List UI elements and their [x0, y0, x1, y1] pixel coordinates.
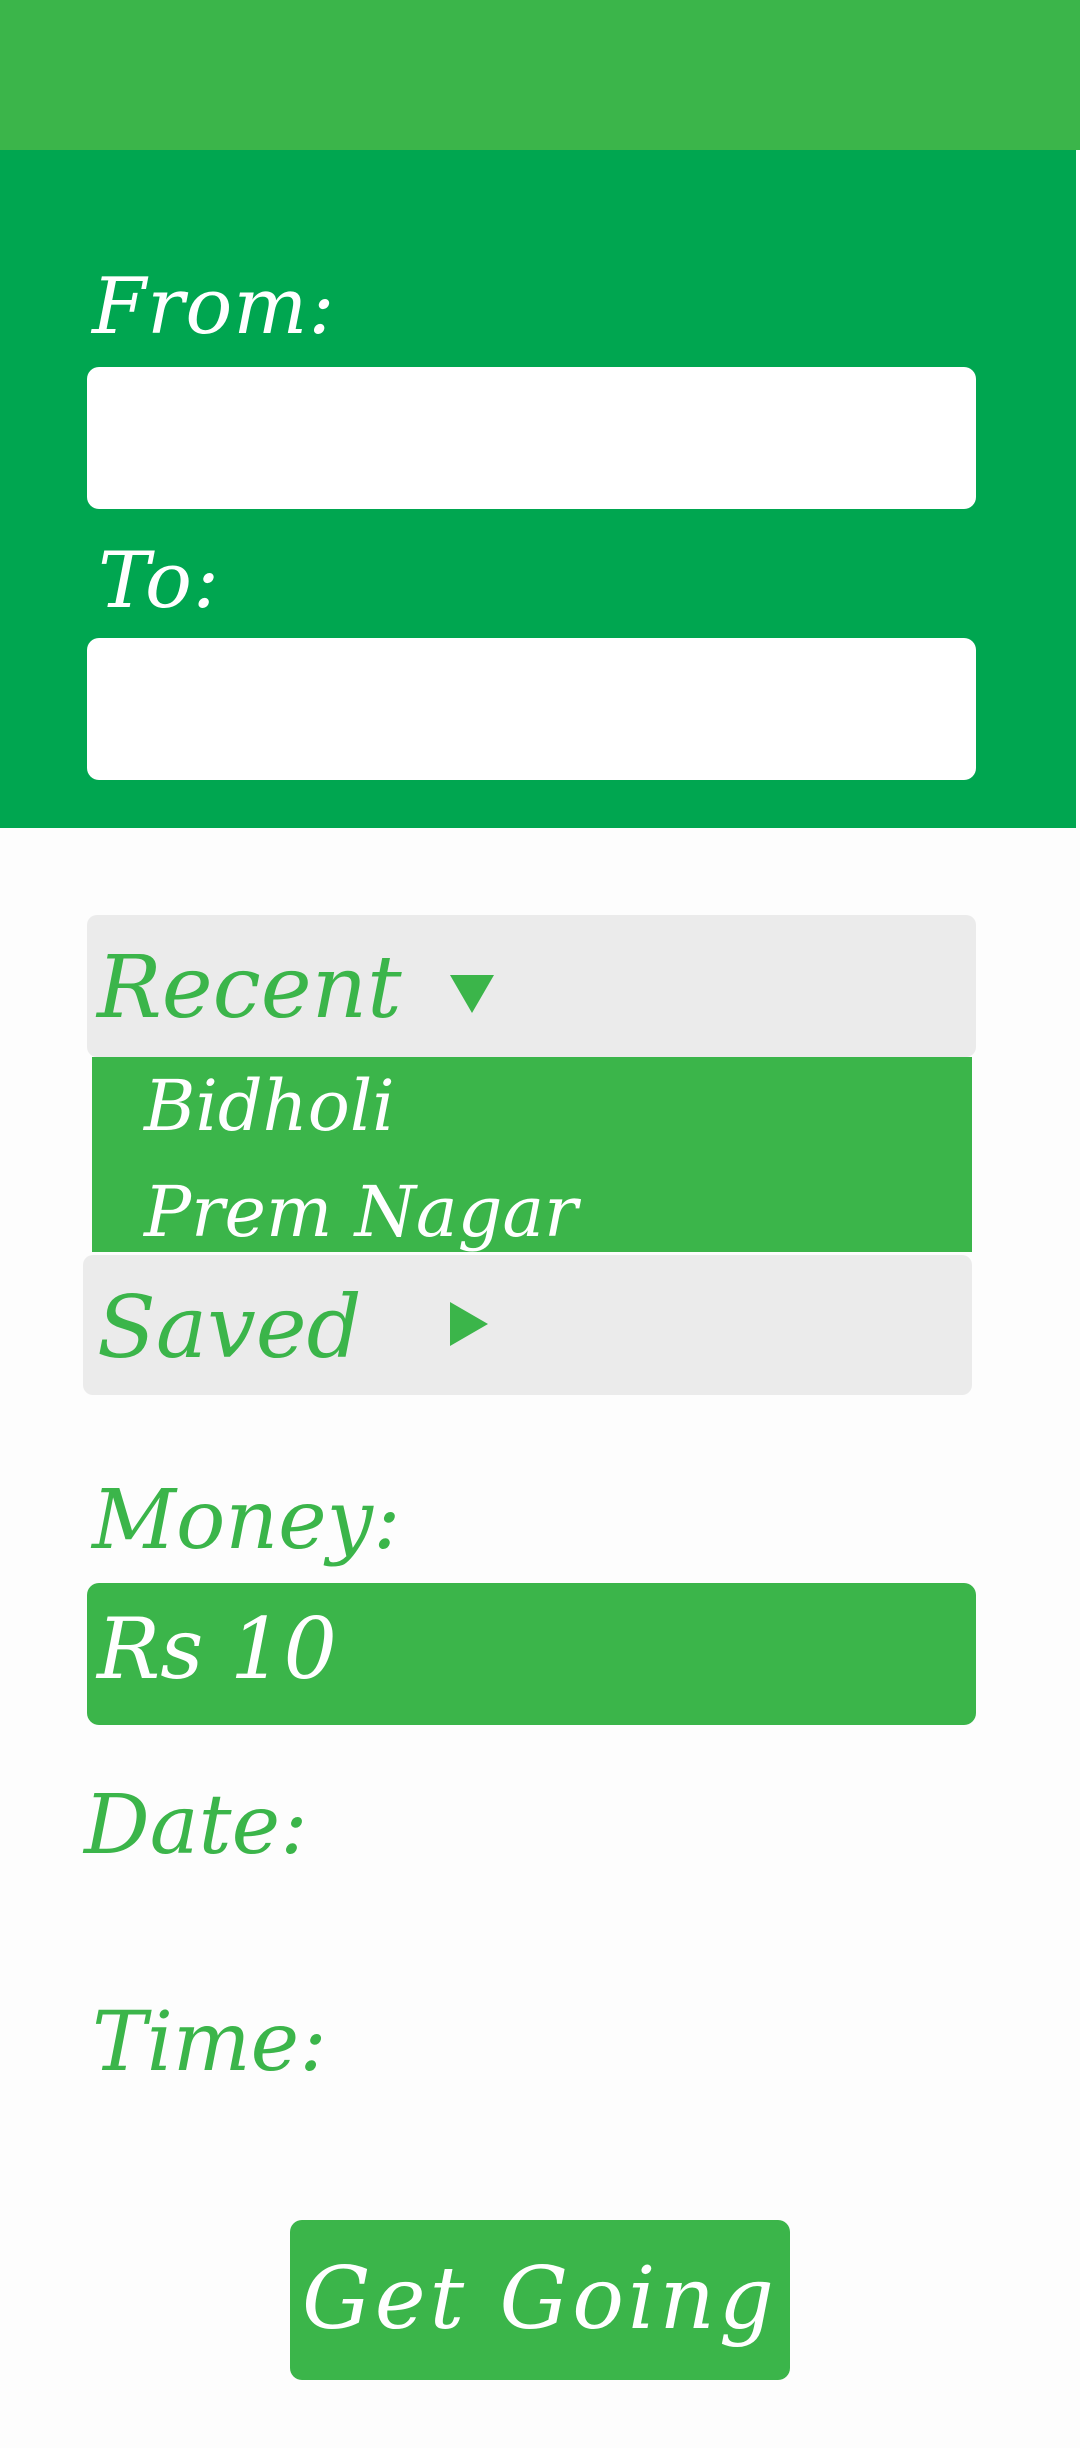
recent-dropdown-header[interactable]: Recent — [87, 915, 976, 1057]
top-bar — [0, 0, 1080, 150]
recent-label: Recent — [97, 938, 402, 1038]
saved-label: Saved — [97, 1278, 362, 1378]
get-going-button[interactable]: Get Going — [290, 2220, 790, 2380]
from-label: From: — [92, 262, 336, 352]
money-field[interactable]: Rs 10 — [87, 1583, 976, 1725]
to-label: To: — [98, 536, 221, 626]
recent-item-bidholi[interactable]: Bidholi — [144, 1071, 395, 1141]
date-label: Date: — [84, 1778, 308, 1873]
from-field[interactable] — [87, 367, 976, 509]
money-value: Rs 10 — [97, 1600, 337, 1698]
get-going-label: Get Going — [302, 2249, 778, 2349]
recent-item-prem-nagar[interactable]: Prem Nagar — [144, 1177, 578, 1247]
to-field[interactable] — [87, 638, 976, 780]
saved-dropdown-header[interactable]: Saved — [83, 1255, 972, 1395]
recent-list: Bidholi Prem Nagar — [92, 1057, 972, 1252]
triangle-down-icon — [450, 975, 494, 1013]
route-input-panel: From: To: — [0, 150, 1076, 828]
time-label: Time: — [92, 1995, 327, 2090]
money-label: Money: — [92, 1473, 401, 1568]
triangle-right-icon — [450, 1302, 488, 1346]
